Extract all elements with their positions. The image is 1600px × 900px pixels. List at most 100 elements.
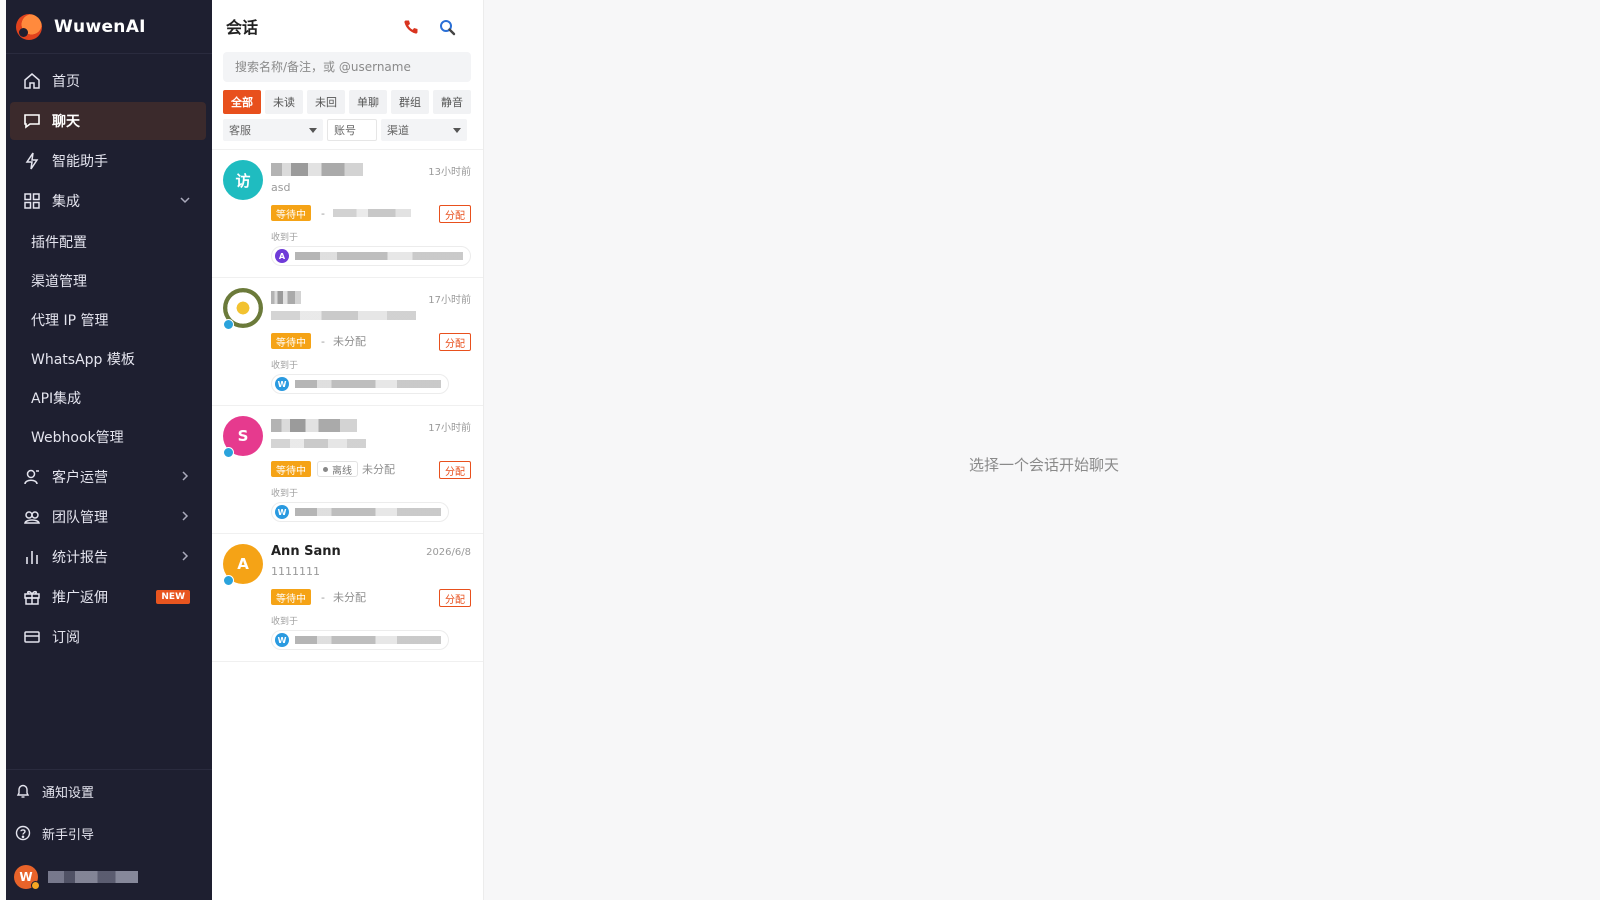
separator: -	[321, 206, 325, 220]
sidebar-item-customers[interactable]: 客户运营	[10, 458, 206, 496]
sidebar-subitem-plugins[interactable]: 插件配置	[6, 222, 212, 261]
filter-tabs: 全部 未读 未回 单聊 群组 静音	[223, 90, 483, 114]
lightning-icon	[22, 151, 42, 171]
phone-button[interactable]	[401, 17, 421, 37]
chevron-right-icon	[182, 511, 189, 521]
sidebar-subitem-label: 插件配置	[31, 234, 87, 251]
caret-down-icon	[453, 128, 461, 133]
agent-select[interactable]: 客服	[223, 119, 323, 141]
sidebar-subitem-channels[interactable]: 渠道管理	[6, 261, 212, 300]
status-badge: 等待中	[271, 205, 311, 221]
user-name-redacted	[48, 871, 138, 883]
tab-unread[interactable]: 未读	[265, 90, 303, 114]
tab-direct[interactable]: 单聊	[349, 90, 387, 114]
sidebar-item-label: 集成	[52, 194, 80, 210]
account-select[interactable]: 账号	[327, 119, 377, 141]
offline-badge: 离线	[317, 461, 358, 477]
sidebar-subitem-whatsapp-templates[interactable]: WhatsApp 模板	[6, 339, 212, 378]
conversation-item[interactable]: S 17小时前 等待中 离线 未分配 分配 收到于 W	[212, 406, 483, 534]
conversation-status-row: 等待中 - 未分配	[271, 588, 366, 606]
agent-select-value: 客服	[229, 124, 251, 137]
sidebar-subitem-label: Webhook管理	[31, 429, 124, 446]
sidebar-item-label: 订阅	[52, 630, 80, 646]
assign-button[interactable]: 分配	[439, 205, 471, 223]
channel-account-redacted	[295, 636, 441, 644]
notification-settings-label: 通知设置	[42, 785, 95, 801]
filter-selects: 客服 账号 渠道	[223, 119, 483, 141]
sidebar-bottom: 通知设置 新手引导 W	[6, 769, 212, 900]
avatar: W	[14, 865, 40, 890]
notification-settings-button[interactable]: 通知设置	[6, 770, 212, 812]
sidebar-item-reports[interactable]: 统计报告	[10, 538, 206, 576]
brand-name: WuwenAI	[54, 16, 146, 37]
conversation-item[interactable]: 访 13小时前 asd 等待中 - 分配 收到于 A	[212, 150, 483, 278]
sidebar-item-home[interactable]: 首页	[10, 62, 206, 100]
channel-icon: W	[275, 377, 289, 391]
channel-pill: W	[271, 630, 449, 650]
message-preview: asd	[271, 181, 291, 194]
sidebar-nav: 首页 聊天 智能助手 集成 插件配置 渠道管理 代理 IP 管理 WhatsAp…	[6, 54, 212, 656]
phone-icon	[404, 20, 418, 34]
brand[interactable]: WuwenAI	[6, 0, 212, 54]
account-select-value: 账号	[334, 124, 356, 137]
assign-button[interactable]: 分配	[439, 589, 471, 607]
sidebar-item-integration[interactable]: 集成	[10, 182, 206, 220]
sidebar-subitem-api[interactable]: API集成	[6, 378, 212, 417]
conversation-status-row: 等待中 - 未分配	[271, 332, 366, 350]
grid-icon	[22, 191, 42, 211]
contact-name-redacted	[271, 291, 301, 304]
assignee-text: 未分配	[332, 591, 366, 604]
conversation-item[interactable]: A Ann Sann 2026/6/8 1111111 等待中 - 未分配 分配…	[212, 534, 483, 662]
conversation-status-row: 等待中 -	[271, 204, 411, 222]
sidebar-item-chat[interactable]: 聊天	[10, 102, 206, 140]
sidebar-item-affiliate[interactable]: 推广返佣 NEW	[10, 578, 206, 616]
status-badge: 等待中	[271, 589, 311, 605]
status-badge: 等待中	[271, 461, 311, 477]
channel-select-value: 渠道	[387, 124, 409, 137]
sidebar-item-assistant[interactable]: 智能助手	[10, 142, 206, 180]
sidebar-item-team[interactable]: 团队管理	[10, 498, 206, 536]
sidebar-subitem-label: API集成	[31, 390, 82, 407]
sidebar-item-label: 首页	[52, 74, 80, 90]
sidebar-subitem-webhook[interactable]: Webhook管理	[6, 417, 212, 456]
avatar-initial: S	[237, 427, 249, 445]
message-preview: 1111111	[271, 565, 320, 578]
sidebar-subitem-proxy[interactable]: 代理 IP 管理	[6, 300, 212, 339]
home-icon	[22, 71, 42, 91]
search-field[interactable]	[223, 52, 471, 82]
conversation-time: 17小时前	[428, 423, 471, 434]
conversation-item[interactable]: 17小时前 等待中 - 未分配 分配 收到于 W	[212, 278, 483, 406]
separator: -	[321, 334, 325, 348]
team-icon	[22, 507, 42, 527]
assign-button[interactable]: 分配	[439, 333, 471, 351]
sidebar-item-label: 客户运营	[52, 470, 108, 486]
tab-groups[interactable]: 群组	[391, 90, 429, 114]
channel-icon: W	[275, 505, 289, 519]
chevron-right-icon	[182, 471, 189, 481]
channel-select[interactable]: 渠道	[381, 119, 467, 141]
received-label: 收到于	[271, 617, 299, 627]
search-input[interactable]	[235, 60, 471, 74]
sidebar: WuwenAI 首页 聊天 智能助手 集成 插件配置 渠道管理 代理 IP 管理…	[6, 0, 212, 900]
assignee-redacted	[332, 209, 411, 217]
channel-pill: A	[271, 246, 471, 266]
sidebar-item-subscription[interactable]: 订阅	[10, 618, 206, 656]
help-icon	[14, 824, 32, 842]
assign-button[interactable]: 分配	[439, 461, 471, 479]
conversation-status-row: 等待中 离线 未分配	[271, 460, 395, 478]
sidebar-item-label: 聊天	[52, 114, 80, 130]
offline-dot	[323, 466, 328, 472]
conversation-title: 会话	[226, 18, 259, 37]
empty-state-text: 选择一个会话开始聊天	[968, 456, 1119, 474]
received-label: 收到于	[271, 489, 299, 499]
search-button[interactable]	[437, 17, 457, 37]
tab-muted[interactable]: 静音	[433, 90, 471, 114]
beginner-guide-button[interactable]: 新手引导	[6, 812, 212, 854]
tab-unreplied[interactable]: 未回	[307, 90, 345, 114]
channel-pill: W	[271, 502, 449, 522]
tab-all[interactable]: 全部	[223, 90, 261, 114]
sidebar-subitem-label: WhatsApp 模板	[31, 351, 135, 368]
telegram-icon	[223, 319, 234, 330]
user-profile[interactable]: W	[6, 854, 212, 900]
sidebar-subitem-label: 渠道管理	[31, 273, 87, 290]
